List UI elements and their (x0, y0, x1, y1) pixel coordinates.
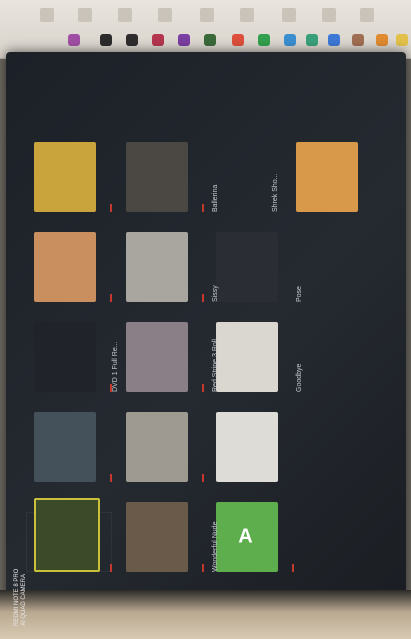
toolbar-item (78, 8, 92, 22)
tile-label: Goodbye (296, 363, 303, 392)
accent-dash (292, 564, 294, 572)
accent-dash (202, 474, 204, 482)
accent-dash (202, 564, 204, 572)
video-thumbnail[interactable] (34, 142, 96, 212)
video-grid: A Ballerina Sissy Red Stripe 3 Roll Good… (16, 72, 396, 592)
desk-surface (0, 590, 411, 639)
toolbar-item (40, 8, 54, 22)
tile-label: Shrek Sho... (272, 173, 279, 212)
accent-dash (202, 204, 204, 212)
monitor-screen: A Ballerina Sissy Red Stripe 3 Roll Good… (6, 52, 406, 612)
video-thumbnail[interactable] (126, 232, 188, 302)
app-icon (328, 34, 340, 46)
photo-scene: A Ballerina Sissy Red Stripe 3 Roll Good… (0, 0, 411, 639)
app-icon (204, 34, 216, 46)
accent-dash (202, 384, 204, 392)
app-icon (178, 34, 190, 46)
tile-label: Red Stripe 3 Roll (212, 339, 219, 392)
letter-tile[interactable]: A (216, 502, 278, 572)
video-thumbnail[interactable] (216, 232, 278, 302)
app-icon (100, 34, 112, 46)
toolbar-item (200, 8, 214, 22)
video-thumbnail[interactable] (216, 412, 278, 482)
app-icon (376, 34, 388, 46)
video-thumbnail[interactable] (126, 502, 188, 572)
toolbar-item (158, 8, 172, 22)
video-thumbnail[interactable] (216, 322, 278, 392)
accent-dash (110, 474, 112, 482)
app-icon (68, 34, 80, 46)
video-thumbnail[interactable] (296, 142, 358, 212)
video-thumbnail[interactable] (126, 142, 188, 212)
accent-dash (110, 564, 112, 572)
tile-label: Wonderful Nude (212, 521, 219, 572)
toolbar-item (118, 8, 132, 22)
toolbar-item (240, 8, 254, 22)
video-thumbnail[interactable] (126, 412, 188, 482)
video-thumbnail[interactable] (126, 322, 188, 392)
app-icon (126, 34, 138, 46)
video-thumbnail[interactable] (34, 232, 96, 302)
app-icon (152, 34, 164, 46)
toolbar-item (282, 8, 296, 22)
watermark-line-2: AI QUAD CAMERA (21, 573, 27, 626)
app-icon (284, 34, 296, 46)
app-icon (306, 34, 318, 46)
monitor-top-toolbar (0, 0, 411, 59)
tile-label: Ballerina (212, 184, 219, 212)
toolbar-item (322, 8, 336, 22)
camera-watermark: REDMI NOTE 8 PRO AI QUAD CAMERA (14, 556, 44, 639)
toolbar-item (360, 8, 374, 22)
app-icon (352, 34, 364, 46)
accent-dash (202, 294, 204, 302)
app-icon (232, 34, 244, 46)
tile-label: Pose (296, 286, 303, 302)
tile-label: Sissy (212, 285, 219, 302)
app-icon (258, 34, 270, 46)
accent-dash (110, 294, 112, 302)
tile-label: DVD 1 Full Re... (112, 341, 119, 392)
watermark-line-1: REDMI NOTE 8 PRO (14, 568, 20, 626)
video-thumbnail[interactable] (34, 412, 96, 482)
accent-dash (110, 204, 112, 212)
letter-tile-text: A (238, 525, 253, 548)
video-thumbnail[interactable] (34, 322, 96, 392)
app-icon (396, 34, 408, 46)
